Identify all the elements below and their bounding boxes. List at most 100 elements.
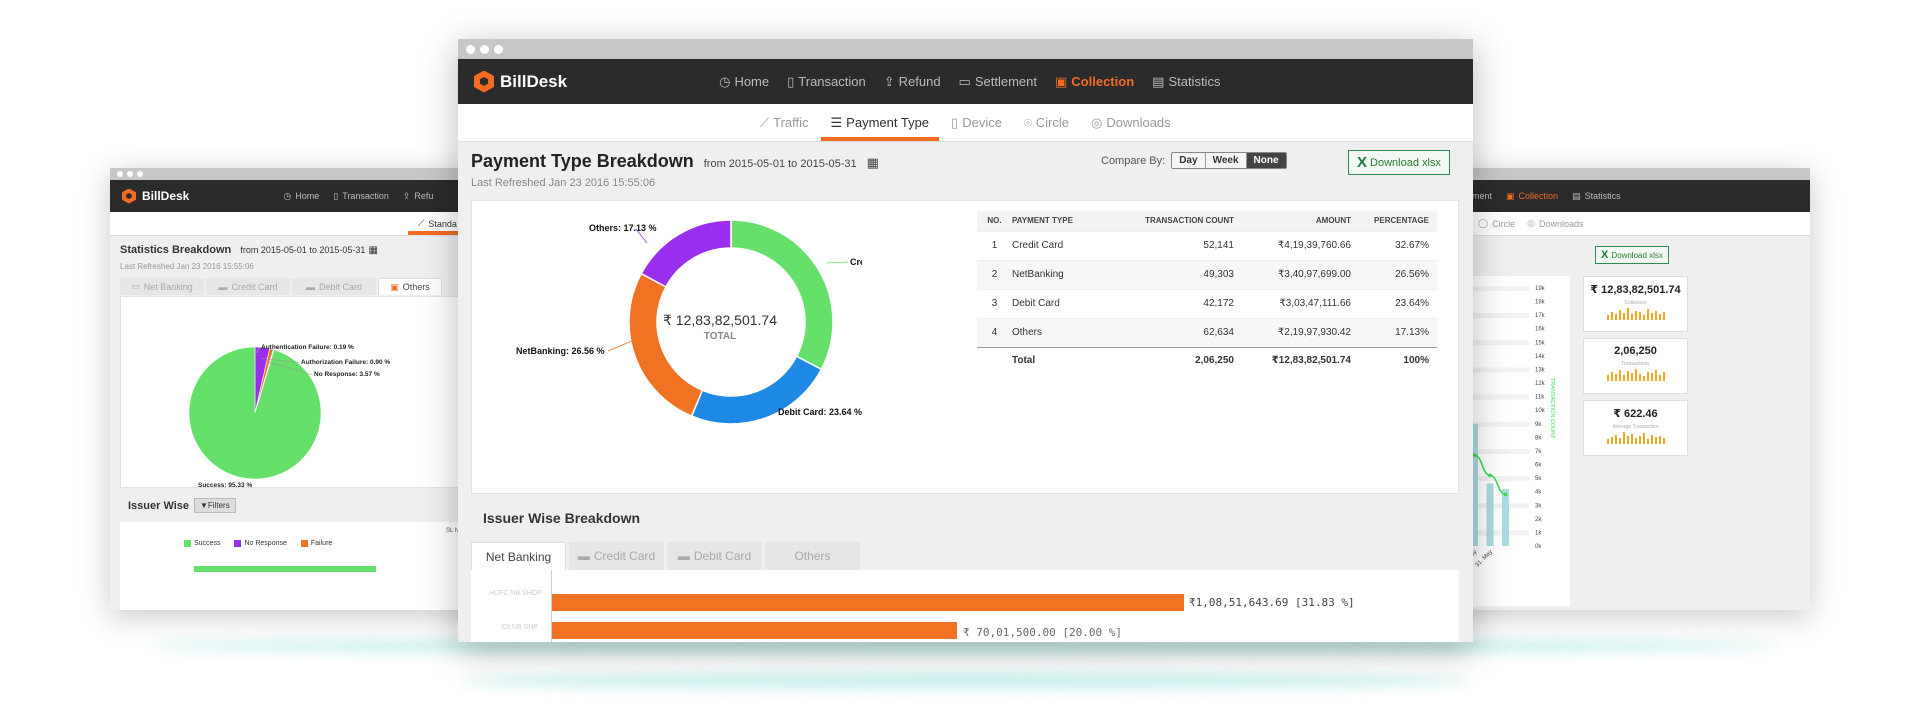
column-header: PAYMENT TYPE (1012, 216, 1073, 226)
home-icon: ◷ (719, 73, 731, 89)
pie-label-success: Success: 95.33 % (198, 482, 252, 489)
billdesk-logo-icon (474, 70, 494, 93)
nav-transaction[interactable]: ▯ Transaction (787, 74, 866, 90)
tab-others[interactable]: Others (765, 542, 860, 570)
chart-point[interactable] (1472, 453, 1477, 457)
nav-label: Home (295, 191, 320, 201)
calendar-icon[interactable]: ▦ (368, 245, 377, 256)
subnav-circle[interactable]: ◯ Circle (1478, 212, 1515, 235)
payment-type-panel: ₹ 12,83,82,501.74 TOTAL Others: 17.13 % … (471, 200, 1459, 494)
compare-none-button[interactable]: None (1246, 153, 1286, 168)
y-tick-label: 16k (1535, 327, 1546, 333)
compare-day-button[interactable]: Day (1172, 153, 1206, 168)
chart-point[interactable] (1488, 473, 1492, 478)
chart-point[interactable] (1503, 492, 1508, 497)
table-row[interactable]: 2 NetBanking 49,303 ₹3,40,97,699.00 26.56% (977, 260, 1437, 289)
tab-debit-card[interactable]: ▬ Debit Card (292, 278, 376, 295)
nav-statistics[interactable]: ▤ Statistics (1572, 191, 1621, 202)
sparkline-bar (1654, 370, 1657, 381)
legend-no-response: No Response (234, 540, 287, 547)
tab-net-banking[interactable]: ▭ Net Banking (120, 278, 204, 295)
tab-credit-card[interactable]: ▬ Credit Card (206, 278, 290, 295)
pie-label-auth-failure: Authentication Failure: 0.19 % (261, 344, 354, 351)
nav-refund[interactable]: ⇪ Refu (403, 191, 434, 202)
sparkline-bar (1622, 432, 1625, 444)
sparkline-bar (1646, 439, 1649, 444)
window-dot (127, 171, 133, 177)
main-content: Payment Type Breakdown from 2015-05-01 t… (458, 142, 1473, 642)
table-row[interactable]: 3 Debit Card 42,172 ₹3,03,47,111.66 23.64% (977, 289, 1437, 318)
brand-logo[interactable]: BillDesk (474, 70, 567, 93)
subnav-label: Downloads (1106, 115, 1171, 130)
download-xlsx-button[interactable]: X Download xlsx (1595, 246, 1669, 264)
subnav-downloads[interactable]: ◎ Downloads (1091, 104, 1171, 141)
table-row[interactable]: 4 Others 62,634 ₹2,19,97,930.42 17.13% (977, 318, 1437, 347)
card-value: 2,06,250 (1614, 345, 1657, 357)
card-sparkline (1584, 308, 1687, 320)
table-cell: Debit Card (1012, 298, 1060, 309)
sparkline-bar (1650, 313, 1653, 320)
card-sparkline (1584, 369, 1687, 381)
nav-collection[interactable]: ▣ Collection (1506, 191, 1558, 202)
table-cell: NetBanking (1012, 269, 1064, 280)
table-cell: ₹4,19,39,760.66 (1277, 240, 1351, 251)
brand-logo[interactable]: BillDesk (122, 188, 189, 204)
sparkline-bar (1638, 374, 1641, 381)
compare-week-button[interactable]: Week (1205, 153, 1247, 168)
chart-bar[interactable] (1486, 483, 1494, 546)
table-cell: 42,172 (1203, 298, 1234, 309)
download-xlsx-button[interactable]: X Download xlsx (1348, 150, 1450, 175)
table-cell: Credit Card (1012, 240, 1064, 251)
sparkline-bar (1610, 437, 1613, 444)
table-total-cell (977, 347, 1012, 373)
subnav-circle[interactable]: ⌾ Circle (1024, 104, 1069, 141)
subnav-payment-type[interactable]: ☰ Payment Type (820, 104, 939, 141)
home-icon: ◷ (283, 190, 292, 201)
device-icon: ▯ (951, 114, 959, 130)
donut-slice-netbanking[interactable] (628, 272, 704, 418)
sparkline-bar (1634, 438, 1637, 444)
y-tick-label: 10k (1535, 408, 1546, 414)
y-tick-label: 15k (1535, 340, 1546, 346)
table-header-row: NO. PAYMENT TYPE TRANSACTION COUNT AMOUN… (977, 211, 1437, 231)
transaction-icon: ▯ (333, 190, 339, 201)
nav-collection[interactable]: ▣ Collection (1055, 74, 1134, 90)
nav-refund[interactable]: ⇪ Refund (884, 74, 941, 90)
tab-label: Credit Card (593, 549, 656, 563)
nav-transaction[interactable]: ▯ Transaction (333, 191, 389, 202)
circle-icon: ◯ (1478, 218, 1489, 228)
calendar-icon[interactable]: ▦ (867, 155, 879, 171)
y-tick-label: 11k (1535, 395, 1545, 401)
y-tick-label: 18k (1535, 300, 1546, 306)
pie-slice-success[interactable] (188, 346, 322, 480)
nav-statistics[interactable]: ▤ Statistics (1152, 74, 1220, 90)
nav-settlement[interactable]: ▭ Settlement (959, 74, 1037, 90)
donut-total-value: ₹ 12,83,82,501.74 (663, 312, 777, 328)
table-cell: Others (1012, 327, 1043, 338)
folder-icon: ▭ (958, 73, 971, 89)
subnav-standard[interactable]: ⟋ Standa (408, 212, 467, 235)
tab-credit-card[interactable]: ▬ Credit Card (569, 542, 664, 570)
tab-debit-card[interactable]: ▬ Debit Card (667, 542, 762, 570)
card-sparkline (1584, 432, 1687, 444)
subnav-device[interactable]: ▯ Device (951, 104, 1002, 141)
tab-others[interactable]: ▣ Others (378, 278, 442, 295)
tab-label: Others (794, 549, 831, 563)
table-cell: ₹2,19,97,930.42 (1277, 327, 1351, 338)
sparkline-bar (1626, 308, 1629, 320)
tab-net-banking[interactable]: Net Banking (471, 542, 566, 570)
card-value: ₹ 622.46 (1613, 408, 1658, 420)
chart-bar[interactable] (1502, 488, 1509, 546)
filters-label: Filters (207, 501, 230, 510)
subnav-traffic[interactable]: ⟋ Traffic (760, 104, 809, 141)
subnav-label: Downloads (1538, 218, 1584, 229)
subnav-downloads[interactable]: ◎ Downloads (1527, 212, 1583, 235)
nav-label: Collection (1518, 191, 1559, 201)
chart-line-icon: ⟋ (760, 114, 770, 130)
table-row[interactable]: 1 Credit Card 52,141 ₹4,19,39,760.66 32.67% (977, 231, 1437, 260)
donut-slice-credit[interactable] (730, 219, 834, 371)
nav-home[interactable]: ◷ Home (283, 191, 319, 202)
leader-line (826, 261, 849, 264)
filters-button[interactable]: ▼Filters (194, 498, 236, 513)
nav-home[interactable]: ◷ Home (719, 74, 769, 90)
